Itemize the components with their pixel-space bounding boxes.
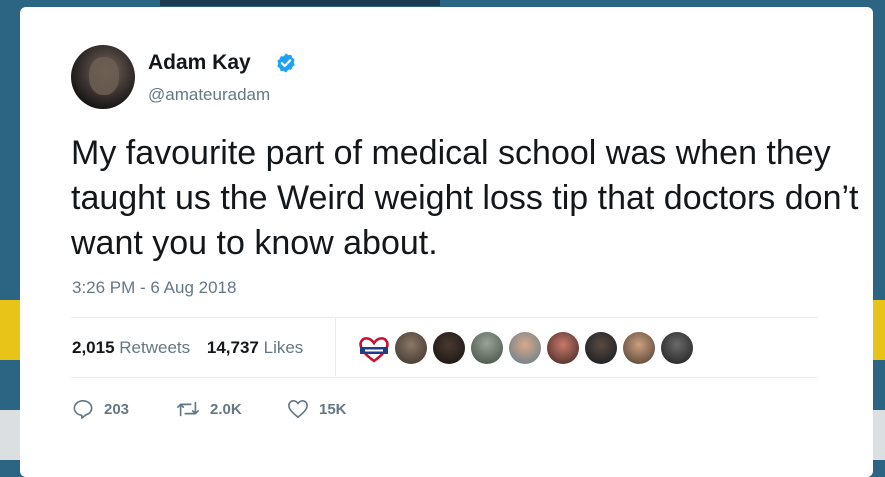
user-handle[interactable]: @amateuradam — [148, 85, 270, 105]
retweets-label: Retweets — [119, 338, 191, 357]
retweet-button[interactable]: 2.0K — [176, 399, 242, 419]
engagement-stats: 2,015 Retweets 14,737 Likes — [72, 338, 303, 358]
avatar[interactable] — [71, 45, 135, 109]
tweet-text: My favourite part of medical school was … — [71, 134, 859, 262]
retweet-icon — [177, 401, 199, 417]
divider — [71, 377, 818, 378]
user-name[interactable]: Adam Kay — [148, 51, 251, 75]
liker-avatar[interactable] — [585, 332, 617, 364]
stats-divider — [335, 318, 336, 376]
retweet-count: 2.0K — [210, 400, 242, 418]
tweet-card: Adam Kay @amateuradam My favourite part … — [20, 7, 873, 477]
reply-icon — [73, 400, 93, 419]
like-count: 15K — [319, 400, 347, 418]
divider — [71, 317, 818, 318]
background-bar — [160, 0, 440, 6]
liker-avatar[interactable] — [471, 332, 503, 364]
likes-count: 14,737 — [206, 338, 259, 357]
liker-avatar[interactable] — [395, 332, 427, 364]
retweets-stat[interactable]: 2,015 Retweets — [72, 338, 190, 357]
liker-avatar[interactable] — [661, 332, 693, 364]
liker-avatar[interactable] — [433, 332, 465, 364]
tweet-timestamp[interactable]: 3:26 PM - 6 Aug 2018 — [72, 278, 236, 298]
retweets-count: 2,015 — [72, 338, 115, 357]
liker-avatar[interactable] — [623, 332, 655, 364]
heart-icon — [288, 400, 308, 418]
liker-avatar[interactable] — [509, 332, 541, 364]
like-button[interactable]: 15K — [287, 399, 347, 419]
heart-logo-icon[interactable] — [357, 333, 391, 365]
likes-label: Likes — [263, 338, 304, 357]
reply-button[interactable]: 203 — [72, 399, 129, 419]
verified-badge-icon — [277, 53, 295, 73]
liker-avatar[interactable] — [547, 332, 579, 364]
likes-stat[interactable]: 14,737 Likes — [207, 338, 303, 357]
reply-count: 203 — [104, 400, 130, 418]
